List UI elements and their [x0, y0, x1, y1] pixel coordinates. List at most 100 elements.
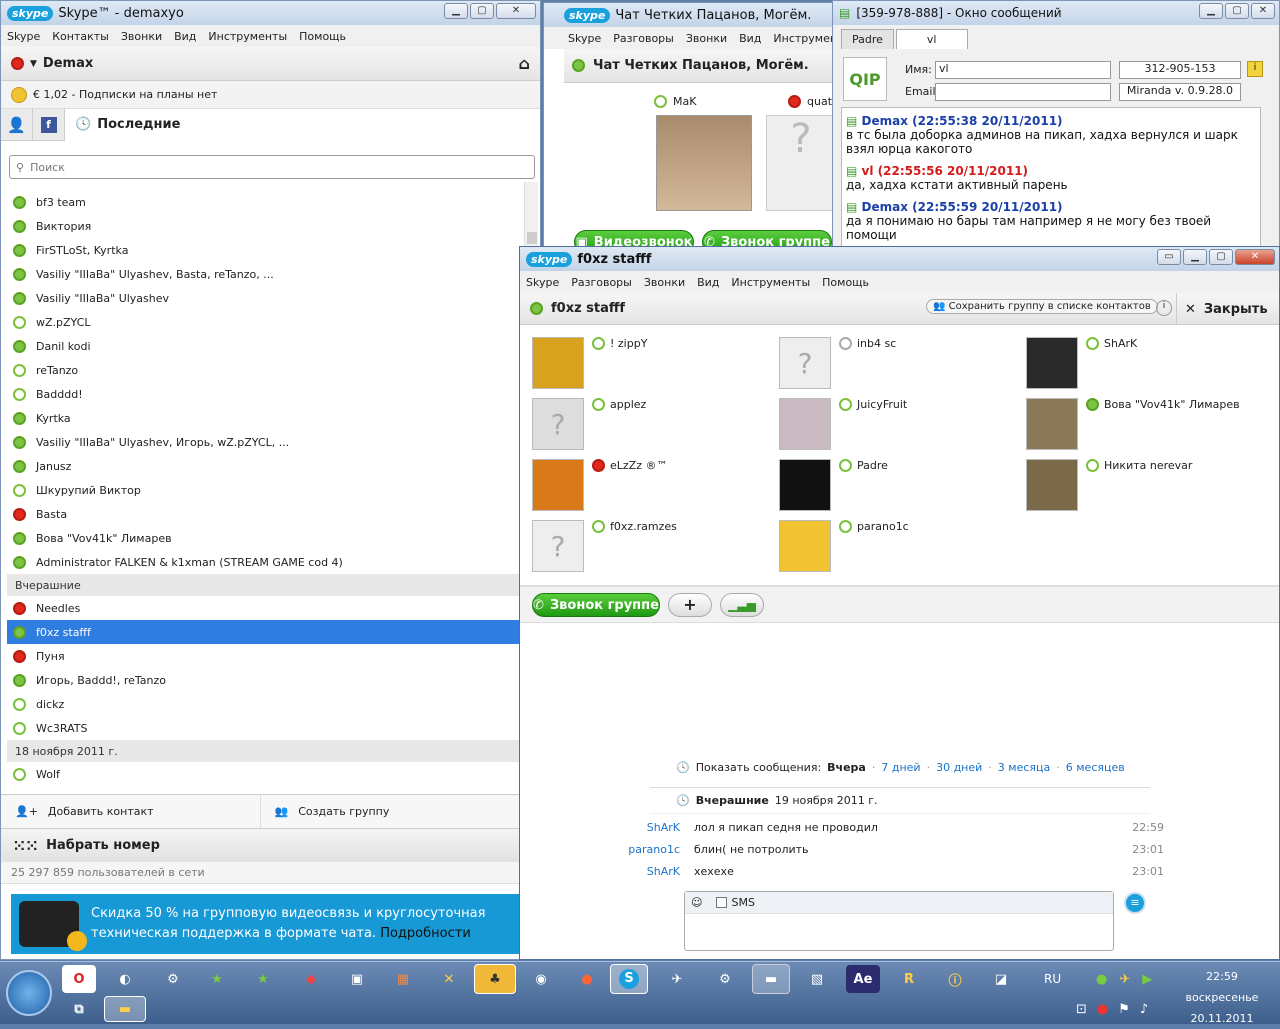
email-field[interactable] [935, 83, 1111, 101]
message-compose[interactable]: ☺ SMS [684, 891, 1114, 951]
message-author[interactable]: ShArK [620, 821, 680, 834]
contact-row[interactable]: Vasiliy "IIIaBa" Ulyashev [7, 286, 519, 310]
flag-icon[interactable]: ⚑ [1118, 1002, 1130, 1017]
contact-row[interactable]: Игорь, Baddd!, reTanzo [7, 668, 519, 692]
avatar-placeholder[interactable]: ? [766, 115, 836, 211]
contact-row[interactable]: Виктория [7, 214, 519, 238]
contact-row[interactable]: Badddd! [7, 382, 519, 406]
contact-row[interactable]: Vasiliy "IIIaBa" Ulyashev, Игорь, wZ.pZY… [7, 430, 519, 454]
app-icon[interactable]: ▧ [800, 965, 834, 993]
app-icon[interactable]: R [892, 965, 926, 993]
menu-view[interactable]: Вид [168, 30, 202, 43]
close-button[interactable]: ✕ [496, 3, 536, 19]
group-member[interactable]: ? f0xz.ramzes [532, 520, 677, 572]
app-icon[interactable]: ● [570, 965, 604, 993]
menu-calls[interactable]: Звонки [680, 32, 733, 45]
app-icon[interactable]: ▦ [386, 965, 420, 993]
tab-contacts[interactable]: 👤 [1, 108, 33, 141]
history-7-days-link[interactable]: 7 дней [881, 761, 920, 774]
uin-field[interactable]: 312-905-153 [1119, 61, 1241, 79]
app-icon[interactable]: ▣ [340, 965, 374, 993]
menu-view[interactable]: Вид [691, 276, 725, 289]
group-member[interactable]: eLzZz ®™ [532, 459, 667, 511]
menu-view[interactable]: Вид [733, 32, 767, 45]
contact-row[interactable]: Kyrtka [7, 406, 519, 430]
app-icon[interactable]: ◪ [984, 965, 1018, 993]
star-icon[interactable]: ★ [246, 965, 280, 993]
miranda-message-log[interactable]: ▤ Demax (22:55:38 20/11/2011) в тс была д… [841, 107, 1261, 249]
home-icon[interactable]: ⌂ [519, 54, 530, 73]
restore-button[interactable]: ▭ [1157, 249, 1181, 265]
opera-icon[interactable]: O [62, 965, 96, 993]
explorer-icon[interactable]: ▬ [104, 996, 146, 1022]
contact-row[interactable]: Вова "Vov41k" Лимарев [7, 526, 519, 550]
member-quat[interactable]: quat [788, 95, 832, 108]
menu-calls[interactable]: Звонки [638, 276, 691, 289]
add-contact-button[interactable]: 👤+ Добавить контакт [1, 795, 261, 828]
avatar[interactable] [779, 459, 831, 511]
app-icon[interactable]: ⧉ [62, 996, 96, 1022]
add-participant-button[interactable]: + [668, 593, 712, 617]
avatar[interactable] [779, 398, 831, 450]
sms-checkbox[interactable]: SMS [716, 896, 755, 909]
menu-skype[interactable]: Skype [1, 30, 46, 43]
info-icon[interactable]: i [1247, 61, 1263, 77]
volume-icon[interactable]: ♪ [1140, 1002, 1148, 1017]
group-call-button[interactable]: ✆ Звонок группе [532, 593, 660, 617]
avatar[interactable] [656, 115, 752, 211]
language-indicator[interactable]: RU [1044, 972, 1061, 986]
avatar[interactable] [1026, 459, 1078, 511]
history-30-days-link[interactable]: 30 дней [936, 761, 982, 774]
tab-padre[interactable]: Padre [841, 29, 894, 49]
avatar[interactable] [779, 520, 831, 572]
minimize-button[interactable]: ▁ [1183, 249, 1207, 265]
group-member[interactable]: Padre [779, 459, 888, 511]
avatar[interactable] [532, 337, 584, 389]
send-message-icon[interactable]: ≡ [1124, 892, 1146, 914]
group-member[interactable]: Никита nerevar [1026, 459, 1192, 511]
contact-row[interactable]: FirSTLoSt, Kyrtka [7, 238, 519, 262]
tab-vl[interactable]: vl [895, 29, 968, 49]
tray-icon[interactable]: ● [1096, 972, 1107, 987]
menu-contacts[interactable]: Контакты [46, 30, 115, 43]
dial-button[interactable]: ⁙⁙ Набрать номер [1, 828, 520, 862]
tab-facebook[interactable]: f [33, 108, 65, 141]
contact-row[interactable]: Wc3RATS [7, 716, 519, 740]
user-header[interactable]: ▼ Demax ⌂ [1, 47, 540, 81]
group-member[interactable]: ShArK [1026, 337, 1137, 389]
member-mak[interactable]: MaK [654, 95, 696, 108]
contact-row[interactable]: wZ.pZYCL [7, 310, 519, 334]
game-icon[interactable]: ◆ [294, 965, 328, 993]
app-icon[interactable]: ⚙ [708, 965, 742, 993]
history-6-months-link[interactable]: 6 месяцев [1066, 761, 1125, 774]
contact-row[interactable]: Шкурупий Виктор [7, 478, 519, 502]
checkbox-icon[interactable] [716, 897, 728, 908]
after-effects-icon[interactable]: Ae [846, 965, 880, 993]
menu-skype[interactable]: Skype [562, 32, 607, 45]
contact-row[interactable]: dickz [7, 692, 519, 716]
avatar[interactable] [1026, 398, 1078, 450]
contact-row[interactable]: Basta [7, 502, 519, 526]
minimize-button[interactable]: ▁ [444, 3, 468, 19]
save-group-button[interactable]: 👥 Сохранить группу в списке контактов [926, 299, 1158, 314]
menu-skype[interactable]: Skype [520, 276, 565, 289]
message-author[interactable]: parano1c [620, 843, 680, 856]
network-icon[interactable]: ⊡ [1076, 1002, 1087, 1017]
maximize-button[interactable]: ▢ [1209, 249, 1233, 265]
menu-help[interactable]: Помощь [293, 30, 352, 43]
app-icon[interactable]: ◐ [108, 965, 142, 993]
menu-tools[interactable]: Инструменты [725, 276, 816, 289]
contact-row[interactable]: f0xz stafff [7, 620, 519, 644]
status-busy-icon[interactable] [11, 57, 24, 70]
contact-row[interactable]: Vasiliy "IIIaBa" Ulyashev, Basta, reTanz… [7, 262, 519, 286]
tray-icon[interactable]: ▶ [1142, 972, 1152, 987]
avatar[interactable]: ? [532, 520, 584, 572]
group-member[interactable]: Вова "Vov41k" Лимарев [1026, 398, 1240, 450]
contact-row[interactable]: Пуня [7, 644, 519, 668]
menu-calls[interactable]: Звонки [115, 30, 168, 43]
group-member[interactable]: ? applez [532, 398, 646, 450]
app-icon[interactable]: ✕ [432, 965, 466, 993]
promo-banner[interactable]: Скидка 50 % на групповую видеосвязь и кр… [11, 894, 520, 954]
close-chat-button[interactable]: ✕ Закрыть [1176, 293, 1276, 325]
menu-conversations[interactable]: Разговоры [565, 276, 638, 289]
